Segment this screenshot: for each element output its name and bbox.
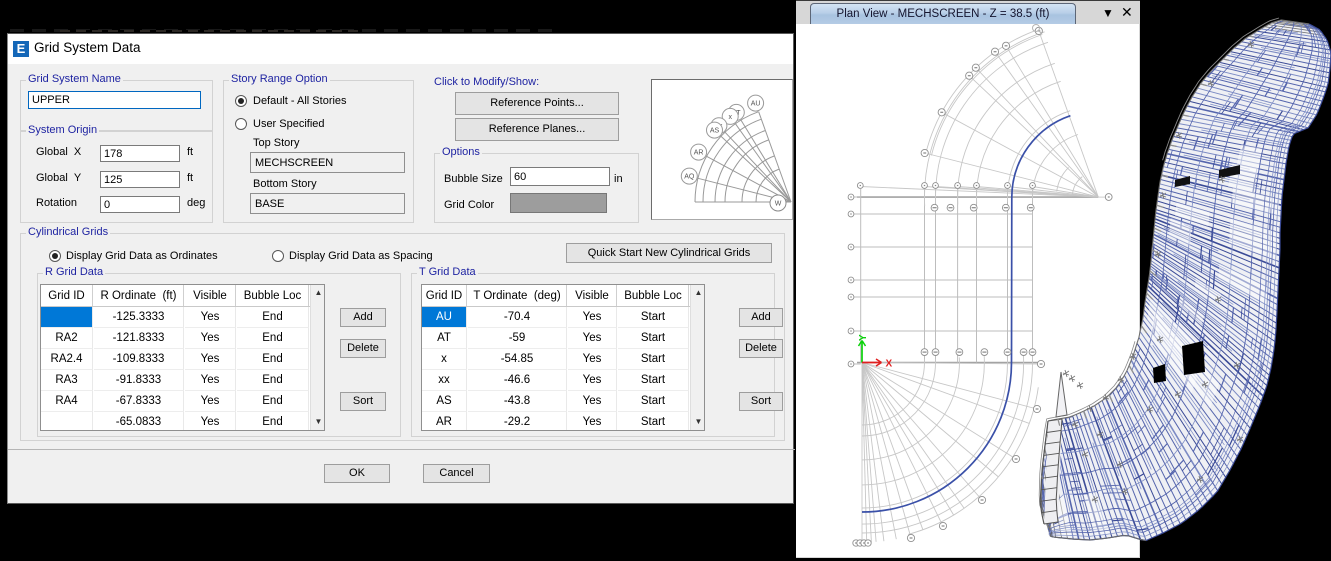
svg-text:W: W	[775, 201, 782, 208]
svg-text:Y: Y	[858, 334, 869, 341]
svg-text:AQ: AQ	[684, 174, 695, 181]
svg-text:AS: AS	[710, 128, 720, 135]
svg-text:X: X	[886, 359, 893, 370]
svg-text:AR: AR	[694, 150, 704, 157]
svg-text:x: x	[728, 114, 732, 121]
svg-text:AU: AU	[751, 101, 761, 108]
